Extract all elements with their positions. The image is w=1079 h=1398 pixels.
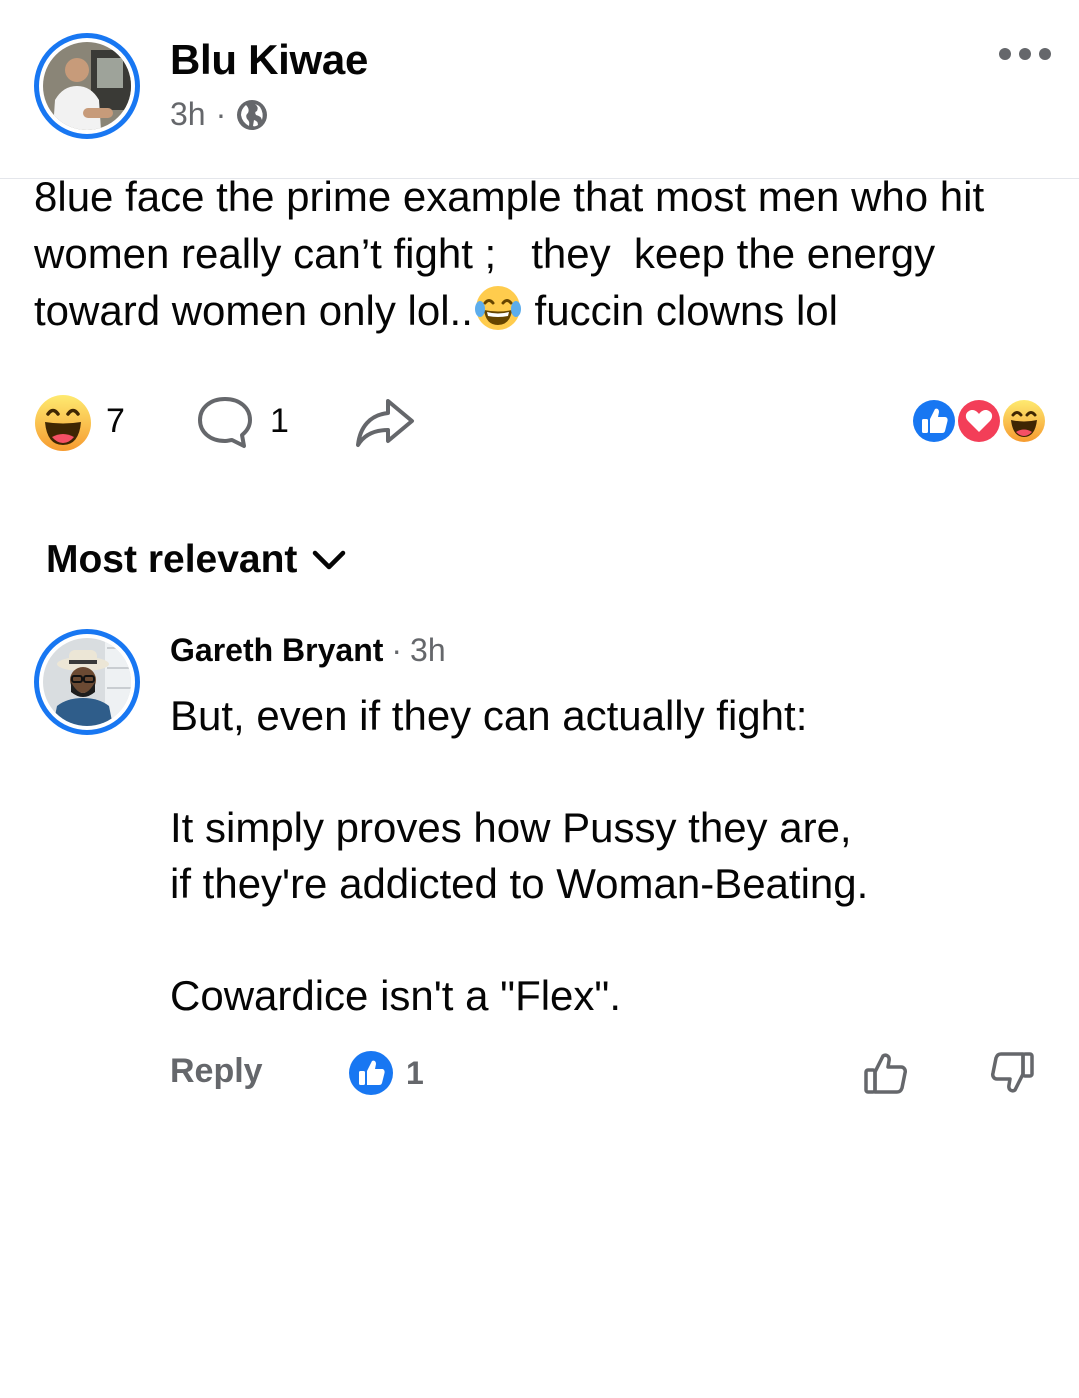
author-avatar[interactable] — [34, 33, 140, 139]
love-reaction-icon — [956, 398, 1002, 444]
chevron-down-icon — [311, 548, 347, 572]
post-author-name[interactable]: Blu Kiwae — [170, 36, 368, 84]
thumbs-down-icon — [991, 1052, 1034, 1093]
comment-icon — [198, 397, 252, 448]
meta-separator: · — [215, 96, 227, 132]
haha-reaction-icon — [1001, 398, 1047, 444]
comments-sort-dropdown[interactable]: Most relevant — [46, 538, 347, 582]
share-icon — [356, 399, 414, 447]
comment-dislike-button[interactable] — [988, 1050, 1036, 1096]
comment-time[interactable]: 3h — [410, 632, 446, 669]
reply-button[interactable]: Reply — [170, 1052, 263, 1091]
globe-icon — [236, 99, 268, 131]
haha-reaction-button[interactable] — [34, 394, 92, 452]
dot — [999, 48, 1011, 60]
dot — [1019, 48, 1031, 60]
post-text-tail: fuccin clowns lol — [522, 287, 838, 334]
reaction-count[interactable]: 7 — [106, 402, 125, 441]
comment-like-button[interactable] — [862, 1050, 910, 1096]
share-button[interactable] — [354, 395, 416, 451]
thumbs-up-icon — [864, 1053, 907, 1094]
tears-of-joy-emoji-icon — [473, 283, 523, 333]
comment-button[interactable] — [196, 395, 256, 451]
dot — [1039, 48, 1051, 60]
like-reaction-icon — [349, 1051, 393, 1095]
comment-separator: · — [391, 632, 403, 668]
post-meta: 3h · — [170, 96, 268, 133]
comment-like-badge[interactable]: 1 — [348, 1050, 424, 1096]
comment-header: Gareth Bryant · 3h — [170, 632, 446, 669]
post-text: 8lue face the prime example that most me… — [34, 168, 1054, 339]
comment-count[interactable]: 1 — [270, 402, 289, 441]
comment-text: But, even if they can actually fight: It… — [170, 692, 869, 1019]
like-reaction-icon — [911, 398, 957, 444]
haha-icon — [35, 395, 91, 451]
commenter-avatar[interactable] — [34, 629, 140, 735]
comment-author-name[interactable]: Gareth Bryant — [170, 632, 383, 669]
more-options-button[interactable] — [999, 48, 1051, 60]
reactions-summary[interactable] — [910, 397, 1050, 445]
avatar-photo — [43, 638, 131, 726]
sort-label: Most relevant — [46, 538, 298, 581]
post-time[interactable]: 3h — [170, 96, 206, 133]
avatar-photo — [43, 42, 131, 130]
comment-like-count: 1 — [406, 1054, 424, 1091]
